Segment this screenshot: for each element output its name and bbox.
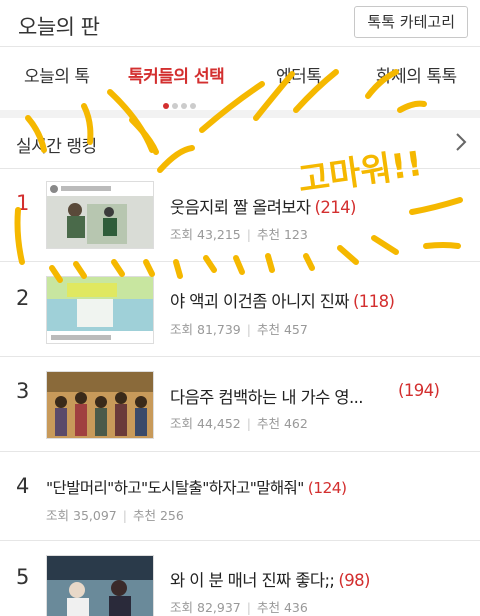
meta-separator: |: [246, 416, 251, 431]
rec-count: 457: [283, 322, 308, 337]
post-thumbnail: [46, 371, 154, 439]
rank-number: 2: [16, 286, 30, 310]
rank-number: 4: [16, 474, 30, 498]
recs-label: 추천: [256, 227, 280, 242]
post-title-text: 와 이 분 매너 진짜 좋다;;: [170, 571, 335, 590]
rank-number: 1: [16, 191, 30, 215]
post-title[interactable]: 다음주 컴백하는 내 가수 영...: [170, 384, 364, 408]
list-item[interactable]: 2 야 액괴 이건좀 아니지 진짜 (118) 조회 81,739 | 추천 457: [0, 262, 480, 356]
post-title-text: "단발머리"하고"도시탈출"하자고"말해줘": [46, 479, 304, 497]
rank-number: 3: [16, 379, 30, 403]
list-item[interactable]: 1 웃음지뢰 짤 올려보자 (214) 조회 43,215 | 추천 123: [0, 169, 480, 261]
rec-count: 123: [283, 227, 308, 242]
post-thumbnail: [46, 181, 154, 249]
tab-talkers-choice[interactable]: 톡커들의 선택: [128, 62, 225, 87]
tab-entertainment[interactable]: 엔터톡: [276, 62, 322, 87]
post-meta: 조회 43,215 | 추천 123: [170, 224, 308, 243]
post-title-text: 다음주 컴백하는 내 가수 영...: [170, 388, 364, 407]
view-count: 35,097: [73, 508, 117, 523]
comment-count: (194): [398, 381, 440, 400]
page-dot: [190, 103, 196, 109]
views-label: 조회: [170, 322, 194, 337]
comment-count: (98): [338, 571, 370, 590]
views-label: 조회: [46, 508, 70, 523]
page-title: 오늘의 판: [18, 15, 100, 39]
tab-trending[interactable]: 화제의 톡톡: [376, 62, 457, 87]
meta-separator: |: [246, 600, 251, 615]
comment-count: (124): [307, 479, 347, 497]
views-label: 조회: [170, 600, 194, 615]
views-label: 조회: [170, 416, 194, 431]
recs-label: 추천: [256, 416, 280, 431]
page-indicator: [163, 94, 199, 109]
section-title: 실시간 랭킹: [16, 137, 97, 157]
list-item[interactable]: 3 다음주 컴백하는 내 가수 영... (194) 조회 44,452 | 추천 …: [0, 357, 480, 451]
recs-label: 추천: [256, 600, 280, 615]
post-title[interactable]: 웃음지뢰 짤 올려보자 (214): [170, 194, 356, 218]
page-dot: [181, 103, 187, 109]
page-dot: [172, 103, 178, 109]
rec-count: 256: [159, 508, 184, 523]
page-dot-active: [163, 103, 169, 109]
post-meta: 조회 35,097 | 추천 256: [46, 505, 184, 524]
post-meta: 조회 82,937 | 추천 436: [170, 597, 308, 616]
meta-separator: |: [246, 227, 251, 242]
comment-count: (214): [314, 198, 357, 217]
post-thumbnail: [46, 276, 154, 344]
list-item[interactable]: 5 와 이 분 매너 진짜 좋다;; (98) 조회 82,937 | 추천 436: [0, 541, 480, 616]
post-meta: 조회 44,452 | 추천 462: [170, 413, 308, 432]
category-button[interactable]: 톡톡 카테고리: [354, 6, 468, 38]
tab-today[interactable]: 오늘의 톡: [24, 62, 90, 87]
comment-count: (118): [352, 292, 395, 311]
tab-bar: 오늘의 톡 톡커들의 선택 엔터톡 화제의 톡톡: [0, 52, 480, 104]
view-count: 82,937: [197, 600, 241, 615]
header-divider: [0, 46, 480, 47]
post-title[interactable]: "단발머리"하고"도시탈출"하자고"말해줘" (124): [46, 476, 347, 498]
post-title[interactable]: 와 이 분 매너 진짜 좋다;; (98): [170, 567, 370, 591]
post-meta: 조회 81,739 | 추천 457: [170, 319, 308, 338]
post-title-text: 웃음지뢰 짤 올려보자: [170, 198, 311, 217]
comment-count-wrap: (194): [398, 381, 440, 400]
chevron-right-icon[interactable]: [452, 130, 470, 154]
post-title-text: 야 액괴 이건좀 아니지 진짜: [170, 292, 350, 311]
view-count: 81,739: [197, 322, 241, 337]
list-item[interactable]: 4 "단발머리"하고"도시탈출"하자고"말해줘" (124) 조회 35,097 |…: [0, 452, 480, 540]
section-spacer: [0, 110, 480, 118]
recs-label: 추천: [256, 322, 280, 337]
meta-separator: |: [246, 322, 251, 337]
meta-separator: |: [122, 508, 127, 523]
rec-count: 436: [283, 600, 308, 615]
rec-count: 462: [283, 416, 308, 431]
realtime-ranking-header[interactable]: 실시간 랭킹: [0, 120, 480, 168]
recs-label: 추천: [132, 508, 156, 523]
rank-number: 5: [16, 565, 30, 589]
view-count: 44,452: [197, 416, 241, 431]
post-thumbnail: [46, 555, 154, 616]
views-label: 조회: [170, 227, 194, 242]
post-title[interactable]: 야 액괴 이건좀 아니지 진짜 (118): [170, 288, 395, 312]
app-header: 오늘의 판 톡톡 카테고리: [0, 0, 480, 46]
view-count: 43,215: [197, 227, 241, 242]
